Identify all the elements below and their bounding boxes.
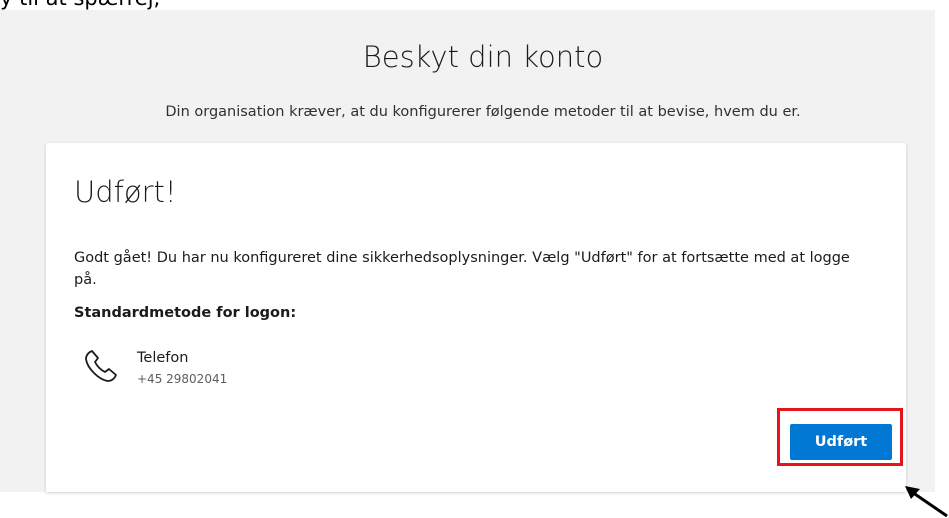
- completion-message: Godt gået! Du har nu konfigureret dine s…: [74, 250, 850, 288]
- done-button[interactable]: Udført: [790, 424, 892, 460]
- arrow-annotation-icon: [905, 486, 948, 518]
- bottom-margin: [0, 492, 949, 518]
- cropped-instruction-text: y til at spærrej,: [0, 0, 160, 10]
- completion-card: Udført! Godt gået! Du har nu konfigurere…: [46, 143, 906, 492]
- card-title: Udført!: [74, 175, 177, 209]
- right-margin: [935, 0, 949, 518]
- method-phone-number: +45 29802041: [137, 372, 228, 386]
- page-subtitle: Din organisation kræver, at du konfigure…: [165, 104, 801, 120]
- default-method-label: Standardmetode for logon:: [74, 305, 297, 321]
- page-title: Beskyt din konto: [362, 40, 604, 74]
- phone-icon: [85, 350, 117, 382]
- method-name: Telefon: [137, 350, 189, 366]
